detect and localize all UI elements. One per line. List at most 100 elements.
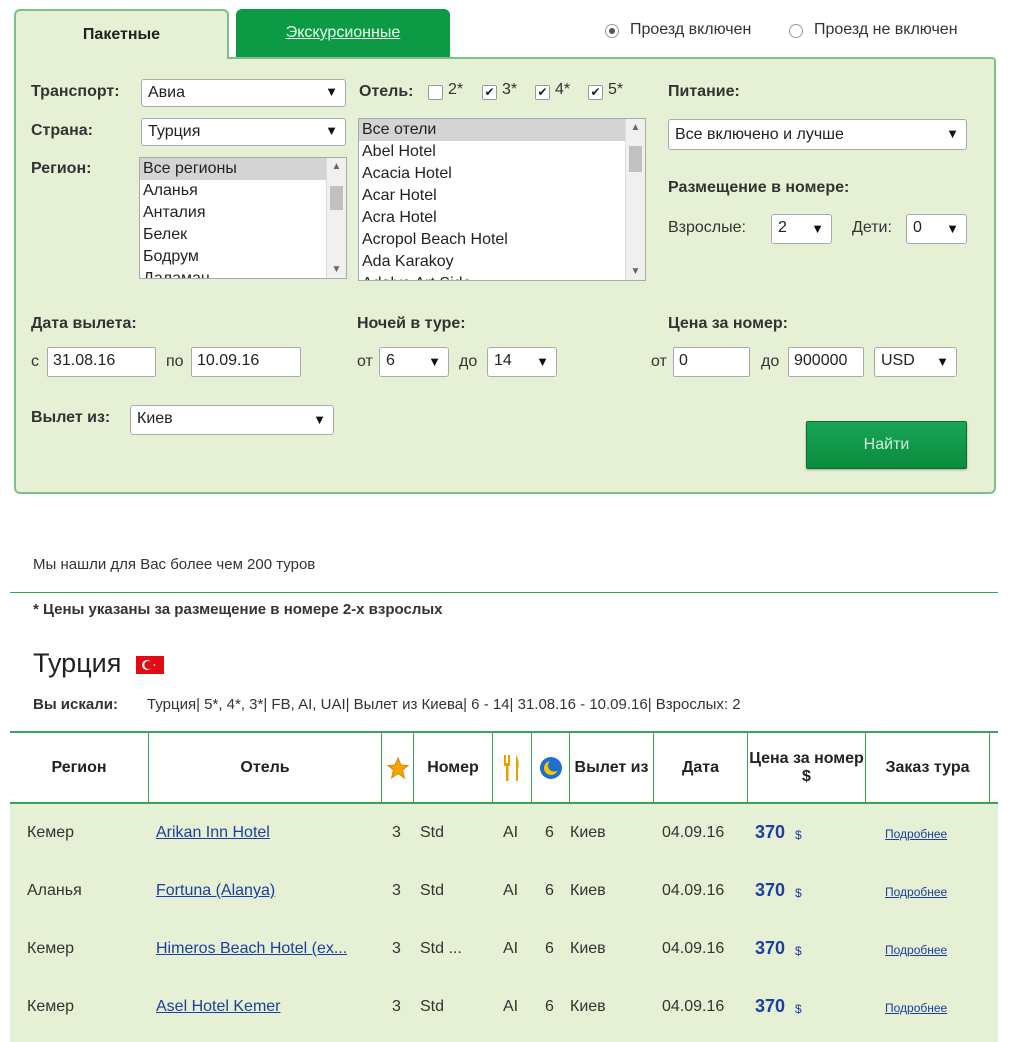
col-date[interactable]: Дата [654,733,748,802]
date-from-input[interactable]: 31.08.16 [47,347,156,377]
col-departure[interactable]: Вылет из [570,733,654,802]
radio-travel-not-included[interactable] [789,24,803,38]
transport-select[interactable]: Авиа ▼ [141,79,346,107]
details-link[interactable]: Подробнее [885,827,947,841]
col-region[interactable]: Регион [10,733,149,802]
list-item[interactable]: Acacia Hotel [359,163,645,185]
tab-packages[interactable]: Пакетные [14,9,229,59]
star-4-checkbox[interactable]: ✔ [535,85,550,100]
hotel-link[interactable]: Asel Hotel Kemer [156,998,281,1016]
moon-icon [539,756,562,779]
list-item[interactable]: Acropol Beach Hotel [359,229,645,251]
details-link[interactable]: Подробнее [885,943,947,957]
list-item[interactable]: Белек [140,224,346,246]
nights-label: Ночей в туре: [357,315,466,332]
price-from-input[interactable]: 0 [673,347,750,377]
list-item[interactable]: Бодрум [140,246,346,268]
hotel-listbox[interactable]: Все отели Abel Hotel Acacia Hotel Acar H… [358,118,646,281]
chevron-down-icon: ▼ [325,84,338,99]
cell-stars: 3 [392,940,401,957]
hotel-scrollbar[interactable]: ▲ ▼ [625,119,645,280]
list-item[interactable]: Acar Hotel [359,185,645,207]
star-icon [386,756,409,779]
list-item[interactable]: Аланья [140,180,346,202]
scroll-down-icon[interactable]: ▼ [327,264,346,275]
searched-label: Вы искали: [33,696,118,713]
table-row[interactable]: Кемер Asel Hotel Kemer 3 Std AI 6 Киев 0… [10,978,998,1036]
scroll-thumb[interactable] [330,186,343,210]
details-link[interactable]: Подробнее [885,885,947,899]
region-listbox[interactable]: Все регионы Аланья Анталия Белек Бодрум … [139,157,347,279]
list-item[interactable]: Adalya Art Side [359,273,645,280]
star-label: 3* [502,81,518,98]
scroll-up-icon[interactable]: ▲ [626,122,645,133]
radio-travel-included[interactable] [605,24,619,38]
date-to-input[interactable]: 10.09.16 [191,347,301,377]
hotel-link[interactable]: Himeros Beach Hotel (ex... [156,940,347,958]
currency-select[interactable]: USD ▼ [874,347,957,377]
hotel-link[interactable]: Arikan Inn Hotel [156,824,270,842]
region-scrollbar[interactable]: ▲ ▼ [326,158,346,278]
details-link[interactable]: Подробнее [885,1001,947,1015]
cell-room: Std [420,824,445,841]
scroll-down-icon[interactable]: ▼ [626,266,645,277]
scroll-thumb[interactable] [629,146,642,172]
searched-value: Турция| 5*, 4*, 3*| FB, AI, UAI| Вылет и… [147,696,741,713]
country-label: Страна: [31,122,93,139]
star-label: 5* [608,81,624,98]
price-to-input[interactable]: 900000 [788,347,864,377]
scroll-up-icon[interactable]: ▲ [327,161,346,172]
list-item[interactable]: Все регионы [140,158,346,180]
table-row[interactable]: Кемер Himeros Beach Hotel (ex... 3 Std .… [10,920,998,978]
col-room[interactable]: Номер [414,733,493,802]
cell-date: 04.09.16 [662,940,725,957]
price-note: * Цены указаны за размещение в номере 2-… [33,601,443,618]
country-title: Турция [33,648,122,678]
nights-from-select[interactable]: 6 ▼ [379,347,449,377]
cell-currency: $ [795,944,802,958]
cell-city: Киев [570,824,606,841]
cell-price: 370 [755,880,786,900]
kids-select[interactable]: 0 ▼ [906,214,967,244]
col-nights[interactable] [532,733,570,802]
cell-region: Кемер [27,940,75,957]
col-stars[interactable] [382,733,414,802]
list-item[interactable]: Ada Karakoy [359,251,645,273]
col-meal[interactable] [493,733,532,802]
cell-stars: 3 [392,882,401,899]
cell-region: Кемер [27,998,75,1015]
adults-select[interactable]: 2 ▼ [771,214,832,244]
tab-excursion[interactable]: Экскурсионные [236,9,450,57]
list-item[interactable]: Acra Hotel [359,207,645,229]
fork-knife-icon [504,754,519,781]
chevron-down-icon: ▼ [946,126,959,141]
price-label: Цена за номер: [668,315,788,332]
star-label: 4* [555,81,571,98]
country-select[interactable]: Турция ▼ [141,118,346,146]
departure-city-select[interactable]: Киев ▼ [130,405,334,435]
search-panel: Транспорт: Авиа ▼ Страна: Турция ▼ Регион:… [14,57,996,494]
list-item[interactable]: Abel Hotel [359,141,645,163]
col-hotel[interactable]: Отель [149,733,382,802]
cell-room: Std [420,998,445,1015]
cell-stars: 3 [392,998,401,1015]
list-item[interactable]: Анталия [140,202,346,224]
turkey-flag-icon [136,656,164,674]
nights-to-select[interactable]: 14 ▼ [487,347,557,377]
cell-nights: 6 [545,940,554,957]
find-button[interactable]: Найти [806,421,967,469]
star-3-checkbox[interactable]: ✔ [482,85,497,100]
star-5-checkbox[interactable]: ✔ [588,85,603,100]
table-row[interactable]: Аланья Fortuna (Alanya) 3 Std AI 6 Киев … [10,862,998,920]
from-label: от [357,353,373,370]
meal-select[interactable]: Все включено и лучше ▼ [668,119,967,150]
list-item[interactable]: Даламан [140,268,346,278]
results-found-text: Мы нашли для Вас более чем 200 туров [33,556,316,573]
list-item[interactable]: Все отели [359,119,645,141]
from-label: с [31,353,39,370]
cell-currency: $ [795,886,802,900]
col-price[interactable]: Цена за номер $ [748,733,866,802]
hotel-link[interactable]: Fortuna (Alanya) [156,882,275,900]
table-row[interactable]: Кемер Arikan Inn Hotel 3 Std AI 6 Киев 0… [10,804,998,862]
star-2-checkbox[interactable] [428,85,443,100]
